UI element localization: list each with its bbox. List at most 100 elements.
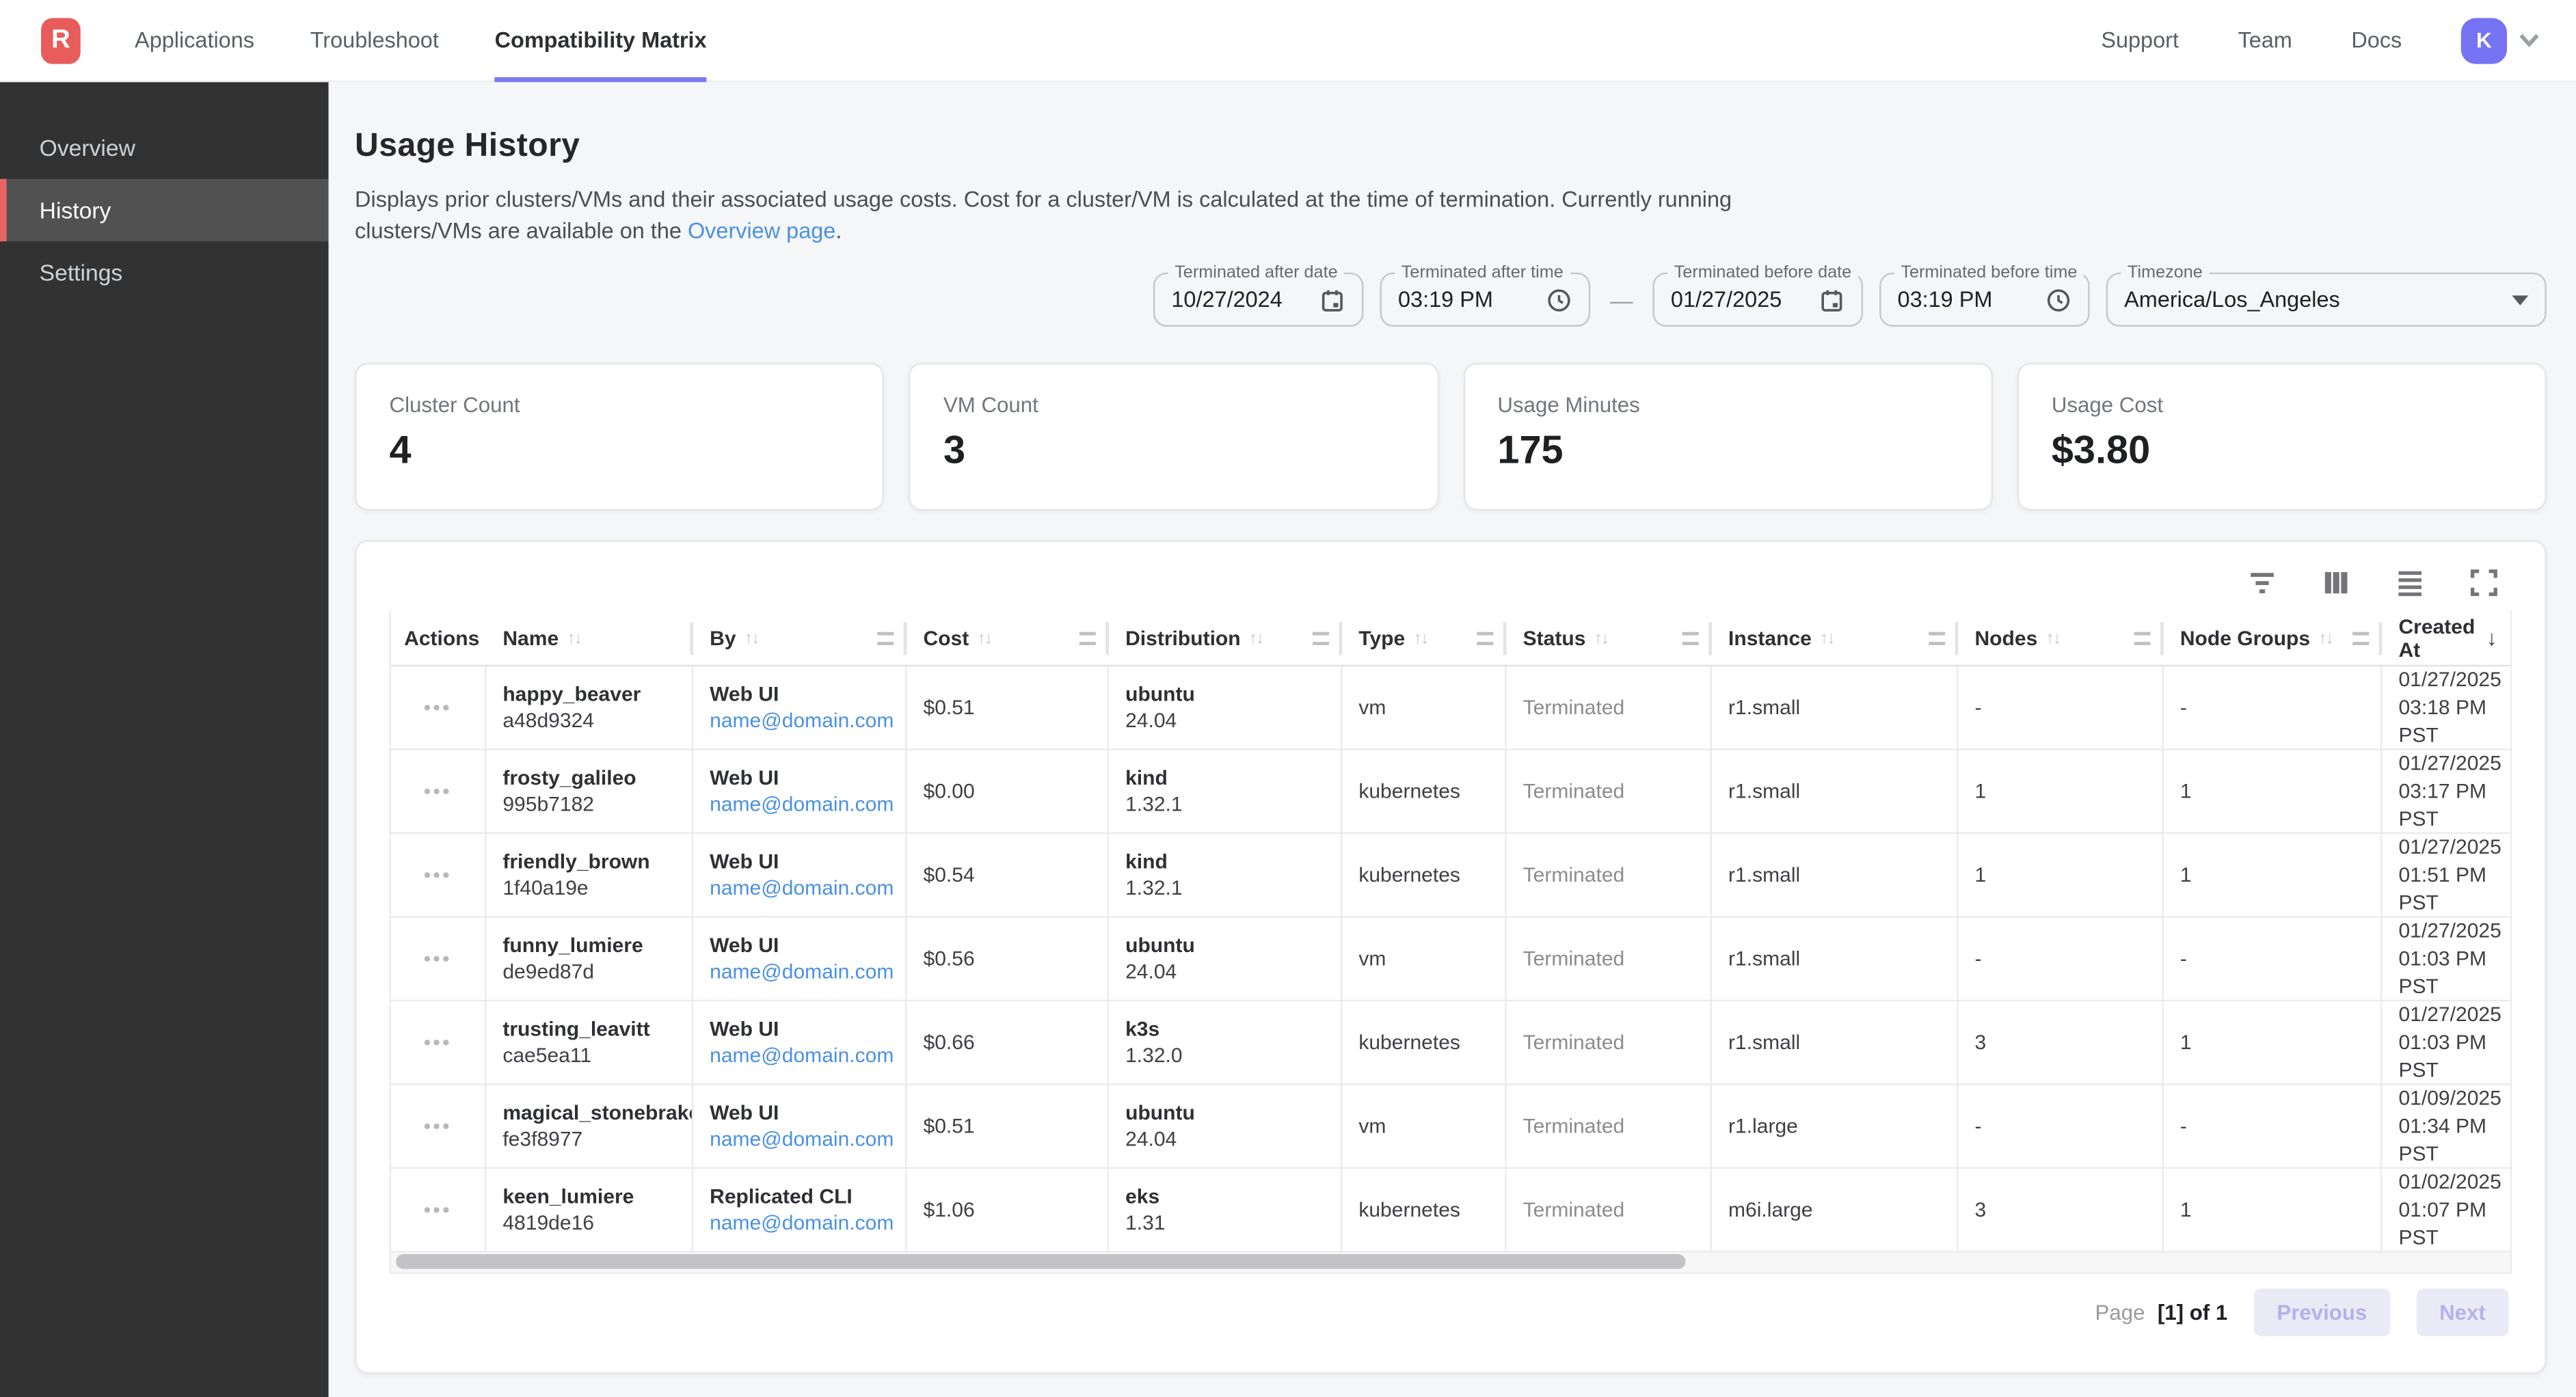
- calendar-icon[interactable]: [1319, 286, 1345, 312]
- chevron-down-icon: [2519, 33, 2540, 48]
- cell-actions: •••: [391, 1169, 486, 1251]
- row-actions-button[interactable]: •••: [424, 865, 452, 885]
- cell-created-at: 01/09/2025 01:34 PM PST: [2382, 1085, 2510, 1167]
- dropdown-caret-icon[interactable]: [2512, 295, 2528, 304]
- overview-page-link[interactable]: Overview page: [688, 218, 835, 243]
- clock-icon[interactable]: [1546, 286, 1572, 312]
- density-icon[interactable]: [2392, 565, 2428, 601]
- cluster-id: 995b7182: [502, 793, 675, 816]
- column-header-type[interactable]: Type ↑↓: [1342, 610, 1506, 664]
- sort-icon[interactable]: ↑↓: [1249, 628, 1263, 648]
- row-actions-button[interactable]: •••: [424, 698, 452, 718]
- nav-link-support[interactable]: Support: [2101, 28, 2179, 53]
- sort-descending-icon[interactable]: ↓: [2486, 625, 2497, 650]
- row-actions-button[interactable]: •••: [424, 1116, 452, 1136]
- distribution-version: 24.04: [1125, 960, 1324, 984]
- column-header-nodes[interactable]: Nodes ↑↓: [1958, 610, 2163, 664]
- cell-nodes: 1: [1958, 750, 2163, 832]
- created-by-source: Web UI: [710, 1018, 889, 1041]
- nav-link-team[interactable]: Team: [2238, 28, 2292, 53]
- cell-instance: r1.large: [1712, 1085, 1958, 1167]
- cell-type: vm: [1342, 918, 1506, 1000]
- column-menu-icon[interactable]: [877, 632, 894, 645]
- timezone-value[interactable]: America/Los_Angeles: [2124, 287, 2499, 312]
- nav-link-docs[interactable]: Docs: [2351, 28, 2402, 53]
- terminated-before-date-value[interactable]: 01/27/2025: [1671, 287, 1806, 312]
- cell-cost: $0.56: [907, 918, 1109, 1000]
- sort-icon[interactable]: ↑↓: [2318, 628, 2332, 648]
- cell-created-at: 01/27/2025 01:03 PM PST: [2382, 1001, 2510, 1083]
- created-by-email-link[interactable]: name@domain.com: [710, 1128, 889, 1151]
- column-header-instance[interactable]: Instance ↑↓: [1712, 610, 1958, 664]
- column-menu-icon[interactable]: [1477, 632, 1493, 645]
- table-row: ••• happy_beaver a48d9324 Web UI name@do…: [391, 666, 2510, 750]
- distribution-name: k3s: [1125, 1018, 1324, 1041]
- created-by-email-link[interactable]: name@domain.com: [710, 960, 889, 984]
- sort-icon[interactable]: ↑↓: [1413, 628, 1427, 648]
- column-header-by[interactable]: By ↑↓: [693, 610, 907, 664]
- previous-page-button[interactable]: Previous: [2254, 1288, 2390, 1335]
- column-menu-icon[interactable]: [1313, 632, 1329, 645]
- terminated-after-date-field[interactable]: Terminated after date 10/27/2024: [1153, 273, 1364, 327]
- column-header-cost[interactable]: Cost ↑↓: [907, 610, 1109, 664]
- sort-icon[interactable]: ↑↓: [2045, 628, 2059, 648]
- column-header-distribution[interactable]: Distribution ↑↓: [1109, 610, 1342, 664]
- created-by-email-link[interactable]: name@domain.com: [710, 1212, 889, 1235]
- replicated-logo[interactable]: R: [41, 17, 81, 63]
- column-header-status[interactable]: Status ↑↓: [1507, 610, 1712, 664]
- created-by-email-link[interactable]: name@domain.com: [710, 709, 889, 733]
- tab-troubleshoot[interactable]: Troubleshoot: [310, 0, 439, 81]
- row-actions-button[interactable]: •••: [424, 1200, 452, 1220]
- cell-actions: •••: [391, 750, 486, 832]
- timezone-select[interactable]: Timezone America/Los_Angeles: [2106, 273, 2547, 327]
- terminated-before-time-value[interactable]: 03:19 PM: [1898, 287, 2032, 312]
- terminated-after-time-value[interactable]: 03:19 PM: [1398, 287, 1533, 312]
- column-menu-icon[interactable]: [2134, 632, 2151, 645]
- avatar[interactable]: K: [2461, 17, 2507, 63]
- terminated-before-time-field[interactable]: Terminated before time 03:19 PM: [1879, 273, 2090, 327]
- cell-distribution: ubuntu 24.04: [1109, 666, 1342, 748]
- sort-icon[interactable]: ↑↓: [1820, 628, 1834, 648]
- row-actions-button[interactable]: •••: [424, 949, 452, 968]
- columns-icon[interactable]: [2318, 565, 2354, 601]
- sort-icon[interactable]: ↑↓: [1594, 628, 1607, 648]
- column-menu-icon[interactable]: [1929, 632, 1945, 645]
- cell-by: Web UI name@domain.com: [693, 750, 907, 832]
- terminated-after-time-field[interactable]: Terminated after time 03:19 PM: [1380, 273, 1591, 327]
- cluster-id: cae5ea11: [502, 1044, 675, 1068]
- created-by-email-link[interactable]: name@domain.com: [710, 877, 889, 900]
- cell-cost: $0.51: [907, 666, 1109, 748]
- calendar-icon[interactable]: [1819, 286, 1844, 312]
- cell-node-groups: 1: [2164, 1169, 2383, 1251]
- scrollbar-thumb[interactable]: [396, 1254, 1686, 1269]
- terminated-after-date-value[interactable]: 10/27/2024: [1171, 287, 1306, 312]
- distribution-name: ubuntu: [1125, 934, 1324, 958]
- horizontal-scrollbar[interactable]: [390, 1253, 2512, 1274]
- sidebar-item-history[interactable]: History: [0, 179, 329, 241]
- created-by-email-link[interactable]: name@domain.com: [710, 793, 889, 816]
- pagination: Page [1] of 1 Previous Next: [390, 1274, 2512, 1349]
- column-menu-icon[interactable]: [2352, 632, 2369, 645]
- sort-icon[interactable]: ↑↓: [744, 628, 758, 648]
- account-menu[interactable]: K: [2461, 17, 2540, 63]
- tab-applications[interactable]: Applications: [135, 0, 254, 81]
- filter-icon[interactable]: [2244, 565, 2281, 601]
- column-menu-icon[interactable]: [1079, 632, 1096, 645]
- fullscreen-icon[interactable]: [2466, 565, 2502, 601]
- row-actions-button[interactable]: •••: [424, 1033, 452, 1053]
- clock-icon[interactable]: [2045, 286, 2071, 312]
- row-actions-button[interactable]: •••: [424, 781, 452, 801]
- column-menu-icon[interactable]: [1682, 632, 1699, 645]
- sort-icon[interactable]: ↑↓: [977, 628, 991, 648]
- cluster-name: happy_beaver: [502, 683, 675, 706]
- column-header-name[interactable]: Name ↑↓: [486, 610, 693, 664]
- terminated-before-date-field[interactable]: Terminated before date 01/27/2025: [1652, 273, 1863, 327]
- column-header-created-at[interactable]: Created At ↓: [2382, 610, 2510, 664]
- sidebar-item-overview[interactable]: Overview: [0, 117, 329, 179]
- next-page-button[interactable]: Next: [2416, 1288, 2508, 1335]
- sidebar-item-settings[interactable]: Settings: [0, 241, 329, 303]
- created-by-email-link[interactable]: name@domain.com: [710, 1044, 889, 1068]
- column-header-node-groups[interactable]: Node Groups ↑↓: [2164, 610, 2383, 664]
- sort-icon[interactable]: ↑↓: [567, 628, 580, 648]
- tab-compatibility-matrix[interactable]: Compatibility Matrix: [495, 0, 707, 81]
